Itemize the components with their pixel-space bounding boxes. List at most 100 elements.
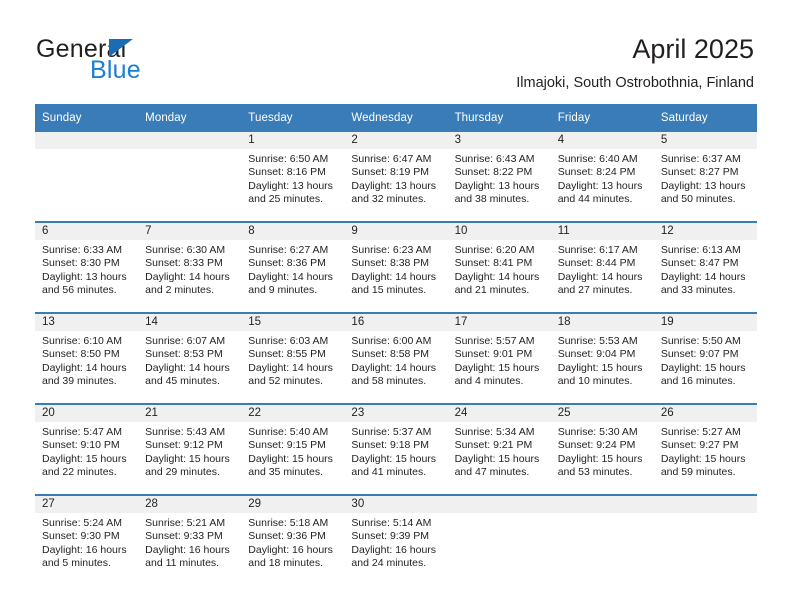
calendar-day-cell[interactable]: 29 Sunrise: 5:18 AM Sunset: 9:36 PM Dayligh… (241, 494, 345, 585)
daylight-duration-line2: and 56 minutes. (42, 284, 117, 297)
sunrise-time: Sunrise: 5:43 AM (145, 426, 226, 438)
calendar-day-cell[interactable] (550, 494, 654, 585)
weekday-header-monday: Monday (138, 104, 242, 132)
day-cell-content: 3 Sunrise: 6:43 AM Sunset: 8:22 PM Daylight… (447, 132, 551, 221)
daylight-duration-line2: and 53 minutes. (557, 466, 633, 479)
sunset-time: Sunset: 8:53 PM (145, 348, 223, 361)
calendar-day-cell[interactable]: 18 Sunrise: 5:53 AM Sunset: 9:04 PM Dayligh… (550, 312, 654, 404)
day-cell-content: 29 Sunrise: 5:18 AM Sunset: 9:36 PM Dayligh… (241, 496, 345, 585)
sunrise-time: Sunrise: 5:27 AM (660, 426, 741, 438)
calendar-day-cell[interactable]: 14 Sunrise: 6:07 AM Sunset: 8:53 PM Dayligh… (138, 312, 242, 404)
day-number: 30 (344, 496, 448, 513)
calendar-day-cell[interactable]: 26 Sunrise: 5:27 AM Sunset: 9:27 PM Dayligh… (653, 403, 757, 495)
calendar-page: General Blue April 2025 Ilmajoki, South … (0, 0, 792, 612)
sunrise-time: Sunrise: 6:07 AM (145, 335, 226, 347)
general-blue-logo[interactable]: General Blue (36, 36, 236, 88)
calendar-day-cell[interactable]: 20 Sunrise: 5:47 AM Sunset: 9:10 PM Dayligh… (35, 403, 139, 495)
calendar-day-cell[interactable]: 17 Sunrise: 5:57 AM Sunset: 9:01 PM Dayligh… (447, 312, 551, 404)
daylight-duration-line2: and 11 minutes. (145, 557, 220, 570)
day-details: Sunrise: 6:43 AM Sunset: 8:22 PM Daylight:… (448, 149, 551, 207)
day-details: Sunrise: 6:47 AM Sunset: 8:19 PM Daylight:… (344, 149, 447, 207)
daylight-duration-line2: and 22 minutes. (42, 466, 117, 479)
calendar-day-cell[interactable]: 21 Sunrise: 5:43 AM Sunset: 9:12 PM Dayligh… (138, 403, 242, 495)
daylight-duration-line2: and 39 minutes. (42, 375, 117, 388)
day-cell-content: 19 Sunrise: 5:50 AM Sunset: 9:07 PM Dayligh… (653, 314, 757, 403)
sunrise-time: Sunrise: 5:50 AM (660, 335, 741, 347)
day-number: 17 (447, 314, 551, 331)
day-details: Sunrise: 5:34 AM Sunset: 9:21 PM Daylight:… (448, 422, 551, 480)
daylight-duration-line2: and 29 minutes. (145, 466, 220, 479)
sunrise-time: Sunrise: 5:30 AM (557, 426, 638, 438)
sunset-time: Sunset: 9:27 PM (660, 439, 739, 452)
calendar-day-cell[interactable]: 4 Sunrise: 6:40 AM Sunset: 8:24 PM Daylight… (550, 132, 654, 222)
calendar-day-cell[interactable]: 24 Sunrise: 5:34 AM Sunset: 9:21 PM Dayligh… (447, 403, 551, 495)
day-details: Sunrise: 5:24 AM Sunset: 9:30 PM Daylight:… (35, 513, 138, 571)
calendar-day-cell[interactable]: 22 Sunrise: 5:40 AM Sunset: 9:15 PM Dayligh… (241, 403, 345, 495)
daylight-duration-line1: Daylight: 16 hours (248, 543, 333, 556)
daylight-duration-line1: Daylight: 14 hours (145, 361, 230, 374)
calendar-day-cell[interactable]: 19 Sunrise: 5:50 AM Sunset: 9:07 PM Dayligh… (653, 312, 757, 404)
calendar-day-cell[interactable]: 12 Sunrise: 6:13 AM Sunset: 8:47 PM Dayligh… (653, 221, 757, 313)
calendar-day-cell[interactable] (447, 494, 551, 585)
calendar-day-cell[interactable]: 15 Sunrise: 6:03 AM Sunset: 8:55 PM Dayligh… (241, 312, 345, 404)
calendar-day-cell[interactable]: 11 Sunrise: 6:17 AM Sunset: 8:44 PM Dayligh… (550, 221, 654, 313)
sunrise-time: Sunrise: 6:40 AM (557, 153, 638, 165)
day-details: Sunrise: 6:03 AM Sunset: 8:55 PM Daylight:… (241, 331, 344, 389)
calendar-day-cell[interactable] (138, 132, 242, 222)
daylight-duration-line2: and 10 minutes. (557, 375, 633, 388)
sunrise-time: Sunrise: 5:14 AM (351, 517, 432, 529)
day-cell-content: 9 Sunrise: 6:23 AM Sunset: 8:38 PM Daylight… (344, 223, 448, 312)
day-cell-content: 24 Sunrise: 5:34 AM Sunset: 9:21 PM Dayligh… (447, 405, 551, 494)
day-cell-content: 8 Sunrise: 6:27 AM Sunset: 8:36 PM Daylight… (241, 223, 345, 312)
calendar-day-cell[interactable]: 5 Sunrise: 6:37 AM Sunset: 8:27 PM Daylight… (653, 132, 757, 222)
day-cell-content: 22 Sunrise: 5:40 AM Sunset: 9:15 PM Dayligh… (241, 405, 345, 494)
day-number: 25 (550, 405, 654, 422)
calendar-day-cell[interactable]: 7 Sunrise: 6:30 AM Sunset: 8:33 PM Daylight… (138, 221, 242, 313)
weekday-header-thursday: Thursday (447, 104, 551, 132)
calendar-day-cell[interactable] (653, 494, 757, 585)
calendar-day-cell[interactable]: 6 Sunrise: 6:33 AM Sunset: 8:30 PM Daylight… (35, 221, 139, 313)
calendar-day-cell[interactable]: 2 Sunrise: 6:47 AM Sunset: 8:19 PM Daylight… (344, 132, 448, 222)
calendar-week-row: 20 Sunrise: 5:47 AM Sunset: 9:10 PM Dayligh… (35, 403, 757, 495)
sunrise-time: Sunrise: 6:43 AM (454, 153, 535, 165)
calendar-day-cell[interactable]: 10 Sunrise: 6:20 AM Sunset: 8:41 PM Dayligh… (447, 221, 551, 313)
calendar-day-cell[interactable]: 16 Sunrise: 6:00 AM Sunset: 8:58 PM Dayligh… (344, 312, 448, 404)
calendar-day-cell[interactable]: 25 Sunrise: 5:30 AM Sunset: 9:24 PM Dayligh… (550, 403, 654, 495)
day-details: Sunrise: 5:50 AM Sunset: 9:07 PM Daylight:… (654, 331, 757, 389)
daylight-duration-line1: Daylight: 14 hours (351, 270, 437, 283)
day-details: Sunrise: 5:27 AM Sunset: 9:27 PM Daylight:… (654, 422, 757, 480)
calendar-day-cell[interactable]: 27 Sunrise: 5:24 AM Sunset: 9:30 PM Dayligh… (35, 494, 139, 585)
day-details: Sunrise: 5:21 AM Sunset: 9:33 PM Daylight:… (138, 513, 241, 571)
day-number: 8 (241, 223, 345, 240)
calendar-day-cell[interactable]: 9 Sunrise: 6:23 AM Sunset: 8:38 PM Daylight… (344, 221, 448, 313)
day-number: 23 (344, 405, 448, 422)
day-details: Sunrise: 6:50 AM Sunset: 8:16 PM Daylight:… (241, 149, 344, 207)
calendar-day-cell[interactable] (35, 132, 139, 222)
calendar-day-cell[interactable]: 8 Sunrise: 6:27 AM Sunset: 8:36 PM Daylight… (241, 221, 345, 313)
calendar-day-cell[interactable]: 3 Sunrise: 6:43 AM Sunset: 8:22 PM Daylight… (447, 132, 551, 222)
daylight-duration-line1: Daylight: 14 hours (42, 361, 127, 374)
daylight-duration-line1: Daylight: 16 hours (42, 543, 127, 556)
calendar-day-cell[interactable]: 1 Sunrise: 6:50 AM Sunset: 8:16 PM Daylight… (241, 132, 345, 222)
calendar-week-row: 1 Sunrise: 6:50 AM Sunset: 8:16 PM Daylight… (35, 132, 757, 222)
day-cell-content: 17 Sunrise: 5:57 AM Sunset: 9:01 PM Dayligh… (447, 314, 551, 403)
day-number (447, 496, 551, 513)
day-cell-content: 30 Sunrise: 5:14 AM Sunset: 9:39 PM Dayligh… (344, 496, 448, 585)
daylight-duration-line2: and 33 minutes. (660, 284, 736, 297)
calendar-day-cell[interactable]: 28 Sunrise: 5:21 AM Sunset: 9:33 PM Dayligh… (138, 494, 242, 585)
calendar-day-cell[interactable]: 30 Sunrise: 5:14 AM Sunset: 9:39 PM Dayligh… (344, 494, 448, 585)
day-details: Sunrise: 5:43 AM Sunset: 9:12 PM Daylight:… (138, 422, 241, 480)
calendar-week-row: 6 Sunrise: 6:33 AM Sunset: 8:30 PM Daylight… (35, 221, 757, 313)
daylight-duration-line1: Daylight: 15 hours (660, 361, 746, 374)
weekday-header-sunday: Sunday (35, 104, 139, 132)
weekday-header-saturday: Saturday (653, 104, 757, 132)
sunrise-time: Sunrise: 6:23 AM (351, 244, 432, 256)
daylight-duration-line1: Daylight: 15 hours (248, 452, 333, 465)
daylight-duration-line1: Daylight: 14 hours (248, 361, 333, 374)
day-details: Sunrise: 5:37 AM Sunset: 9:18 PM Daylight:… (344, 422, 447, 480)
daylight-duration-line2: and 45 minutes. (145, 375, 220, 388)
sunset-time: Sunset: 9:30 PM (42, 530, 120, 543)
calendar-day-cell[interactable]: 13 Sunrise: 6:10 AM Sunset: 8:50 PM Dayligh… (35, 312, 139, 404)
calendar-day-cell[interactable]: 23 Sunrise: 5:37 AM Sunset: 9:18 PM Dayligh… (344, 403, 448, 495)
sunrise-time: Sunrise: 6:27 AM (248, 244, 329, 256)
